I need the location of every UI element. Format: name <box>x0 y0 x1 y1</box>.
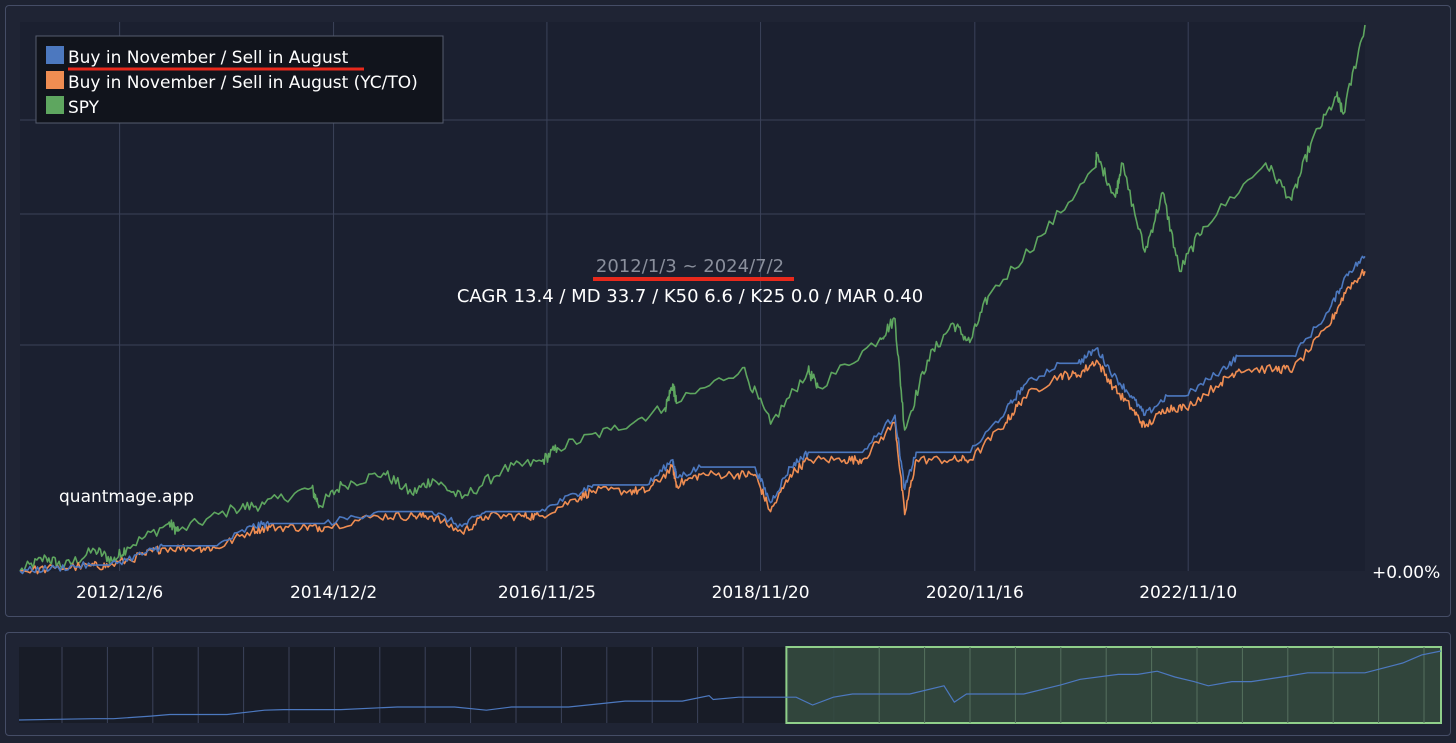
x-tick-label: 2016/11/25 <box>498 583 596 603</box>
watermark: quantmage.app <box>59 487 194 507</box>
x-tick-label: 2020/11/16 <box>926 583 1024 603</box>
navigator-selection-window[interactable] <box>785 646 1442 724</box>
y-axis-label: +0.00% <box>1372 563 1440 583</box>
x-tick-label: 2022/11/10 <box>1139 583 1237 603</box>
x-tick-label: 2012/12/6 <box>76 583 163 603</box>
legend-label: Buy in November / Sell in August <box>68 48 349 68</box>
chart: 2012/1/3 ~ 2024/7/2 CAGR 13.4 / MD 33.7 … <box>18 22 1442 724</box>
x-tick-label: 2014/12/2 <box>290 583 377 603</box>
legend-item-1[interactable]: Buy in November / Sell in August (YC/TO) <box>46 71 418 93</box>
legend[interactable]: Buy in November / Sell in August Buy in … <box>35 35 444 124</box>
legend-label: Buy in November / Sell in August (YC/TO) <box>68 73 418 93</box>
legend-label: SPY <box>68 98 100 118</box>
date-range-label: 2012/1/3 ~ 2024/7/2 <box>596 256 784 277</box>
navigator[interactable] <box>18 646 1442 724</box>
x-tick-label: 2018/11/20 <box>712 583 810 603</box>
legend-swatch <box>46 96 64 114</box>
legend-swatch <box>46 46 64 64</box>
x-axis: 2012/12/6 2014/12/2 2016/11/25 2018/11/20 20… <box>76 583 1237 603</box>
legend-swatch <box>46 71 64 89</box>
legend-item-0[interactable]: Buy in November / Sell in August <box>46 46 349 68</box>
stats-label: CAGR 13.4 / MD 33.7 / K50 6.6 / K25 0.0 … <box>457 286 923 307</box>
